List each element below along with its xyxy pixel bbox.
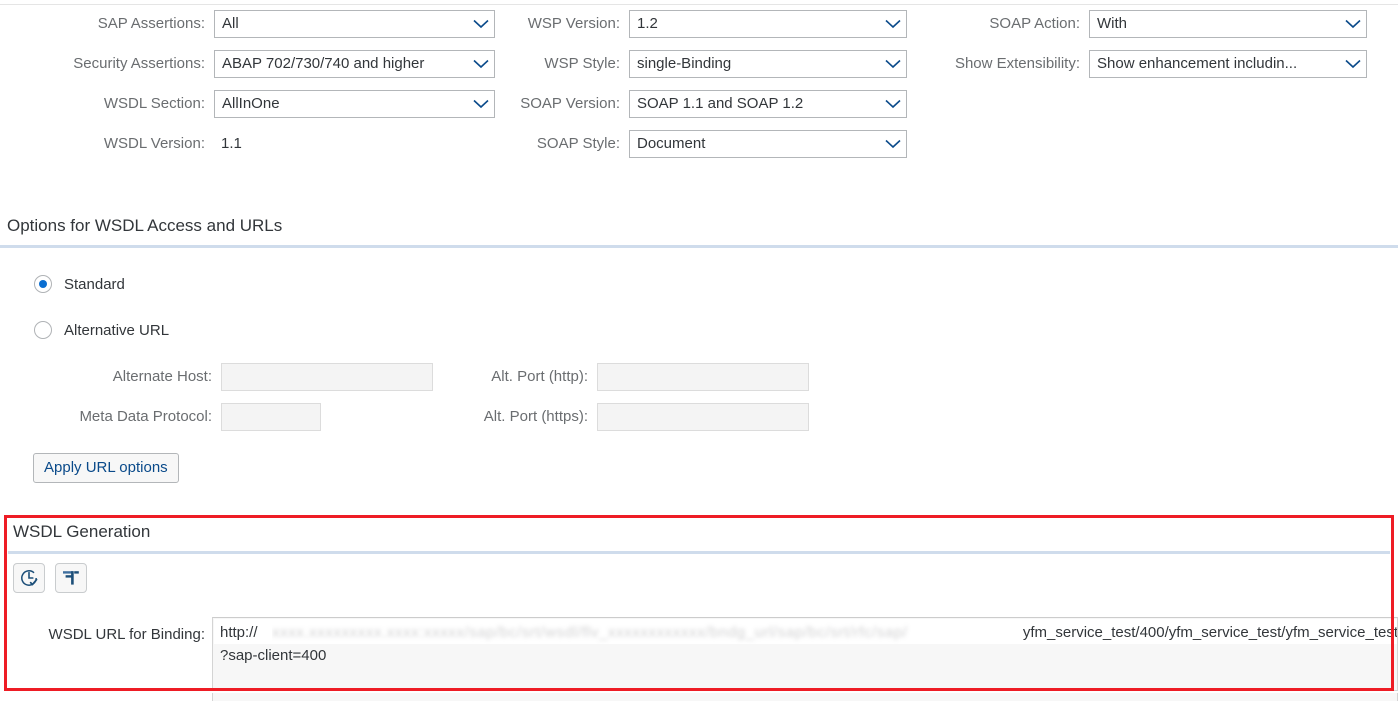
label-soap-style: SOAP Style:	[536, 135, 620, 152]
select-soap-version-value: SOAP 1.1 and SOAP 1.2	[637, 95, 804, 112]
input-alternate-host[interactable]	[221, 363, 433, 391]
label-wsp-version: WSP Version:	[527, 15, 620, 32]
wsdl-url-textarea-overflow	[212, 693, 1398, 701]
select-wsdl-section[interactable]: AllInOne	[214, 90, 495, 118]
field-row-wsp-version: WSP Version: 1.2	[460, 9, 907, 39]
field-row-soap-style: SOAP Style: Document	[460, 129, 907, 159]
label-wsp-style: WSP Style:	[544, 55, 620, 72]
chevron-down-icon	[1340, 51, 1366, 77]
radio-standard[interactable]: Standard	[34, 275, 125, 293]
radio-alternative-url[interactable]: Alternative URL	[34, 321, 169, 339]
field-row-soap-action: SOAP Action: With	[880, 9, 1367, 39]
input-meta-data-protocol[interactable]	[221, 403, 321, 431]
select-wsp-version-value: 1.2	[637, 15, 658, 32]
select-wsp-version[interactable]: 1.2	[629, 10, 907, 38]
select-security-assertions[interactable]: ABAP 702/730/740 and higher	[214, 50, 495, 78]
section-url-options: Options for WSDL Access and URLs	[0, 216, 1398, 248]
select-sap-assertions-value: All	[222, 15, 239, 32]
select-soap-action-value: With	[1097, 15, 1127, 32]
select-wsp-style-value: single-Binding	[637, 55, 732, 72]
field-row-wsdl-version: WSDL Version: 1.1	[0, 129, 242, 159]
label-security-assertions: Security Assertions:	[73, 55, 205, 72]
field-row-alt-port-https: Alt. Port (https):	[455, 402, 809, 432]
select-wsdl-section-value: AllInOne	[222, 95, 280, 112]
label-alternate-host: Alternate Host:	[112, 368, 212, 385]
field-row-meta-data-protocol: Meta Data Protocol:	[0, 402, 321, 432]
label-show-extensibility: Show Extensibility:	[954, 55, 1080, 72]
section-title-url-options: Options for WSDL Access and URLs	[7, 216, 283, 235]
label-soap-action: SOAP Action:	[989, 15, 1080, 32]
select-soap-action[interactable]: With	[1089, 10, 1367, 38]
select-show-extensibility-value: Show enhancement includin...	[1097, 55, 1298, 72]
field-row-alternate-host: Alternate Host:	[0, 362, 433, 392]
label-wsdl-version: WSDL Version:	[103, 135, 205, 152]
radio-alternative-url-indicator[interactable]	[34, 321, 52, 339]
select-soap-style-value: Document	[637, 135, 706, 152]
chevron-down-icon	[1340, 11, 1366, 37]
field-row-alt-port-http: Alt. Port (http):	[455, 362, 809, 392]
value-wsdl-version: 1.1	[221, 135, 242, 152]
label-soap-version: SOAP Version:	[520, 95, 620, 112]
label-alt-port-http: Alt. Port (http):	[491, 368, 588, 385]
field-row-show-extensibility: Show Extensibility: Show enhancement inc…	[880, 49, 1367, 79]
radio-standard-indicator[interactable]	[34, 275, 52, 293]
chevron-down-icon	[880, 131, 906, 157]
wsdl-generation-highlight-box	[4, 515, 1394, 691]
label-alt-port-https: Alt. Port (https):	[483, 408, 588, 425]
input-alt-port-http[interactable]	[597, 363, 809, 391]
field-row-wsdl-section: WSDL Section: AllInOne	[0, 89, 495, 119]
select-soap-version[interactable]: SOAP 1.1 and SOAP 1.2	[629, 90, 907, 118]
select-security-assertions-value: ABAP 702/730/740 and higher	[222, 55, 425, 72]
radio-standard-label: Standard	[64, 275, 125, 293]
select-show-extensibility[interactable]: Show enhancement includin...	[1089, 50, 1367, 78]
field-row-sap-assertions: SAP Assertions: All	[0, 9, 495, 39]
label-wsdl-section: WSDL Section:	[103, 95, 205, 112]
chevron-down-icon	[880, 91, 906, 117]
select-wsp-style[interactable]: single-Binding	[629, 50, 907, 78]
apply-url-options-button[interactable]: Apply URL options	[33, 453, 179, 483]
field-row-wsp-style: WSP Style: single-Binding	[460, 49, 907, 79]
field-row-soap-version: SOAP Version: SOAP 1.1 and SOAP 1.2	[460, 89, 907, 119]
section-divider	[0, 245, 1398, 248]
field-row-security-assertions: Security Assertions: ABAP 702/730/740 an…	[0, 49, 495, 79]
label-meta-data-protocol: Meta Data Protocol:	[79, 408, 212, 425]
sap-wsdl-generation-page: SAP Assertions: All Security Assertions:…	[0, 0, 1398, 701]
label-sap-assertions: SAP Assertions:	[97, 15, 205, 32]
select-soap-style[interactable]: Document	[629, 130, 907, 158]
radio-alternative-url-label: Alternative URL	[64, 321, 170, 339]
top-separator	[0, 4, 1398, 5]
input-alt-port-https[interactable]	[597, 403, 809, 431]
select-sap-assertions[interactable]: All	[214, 10, 495, 38]
